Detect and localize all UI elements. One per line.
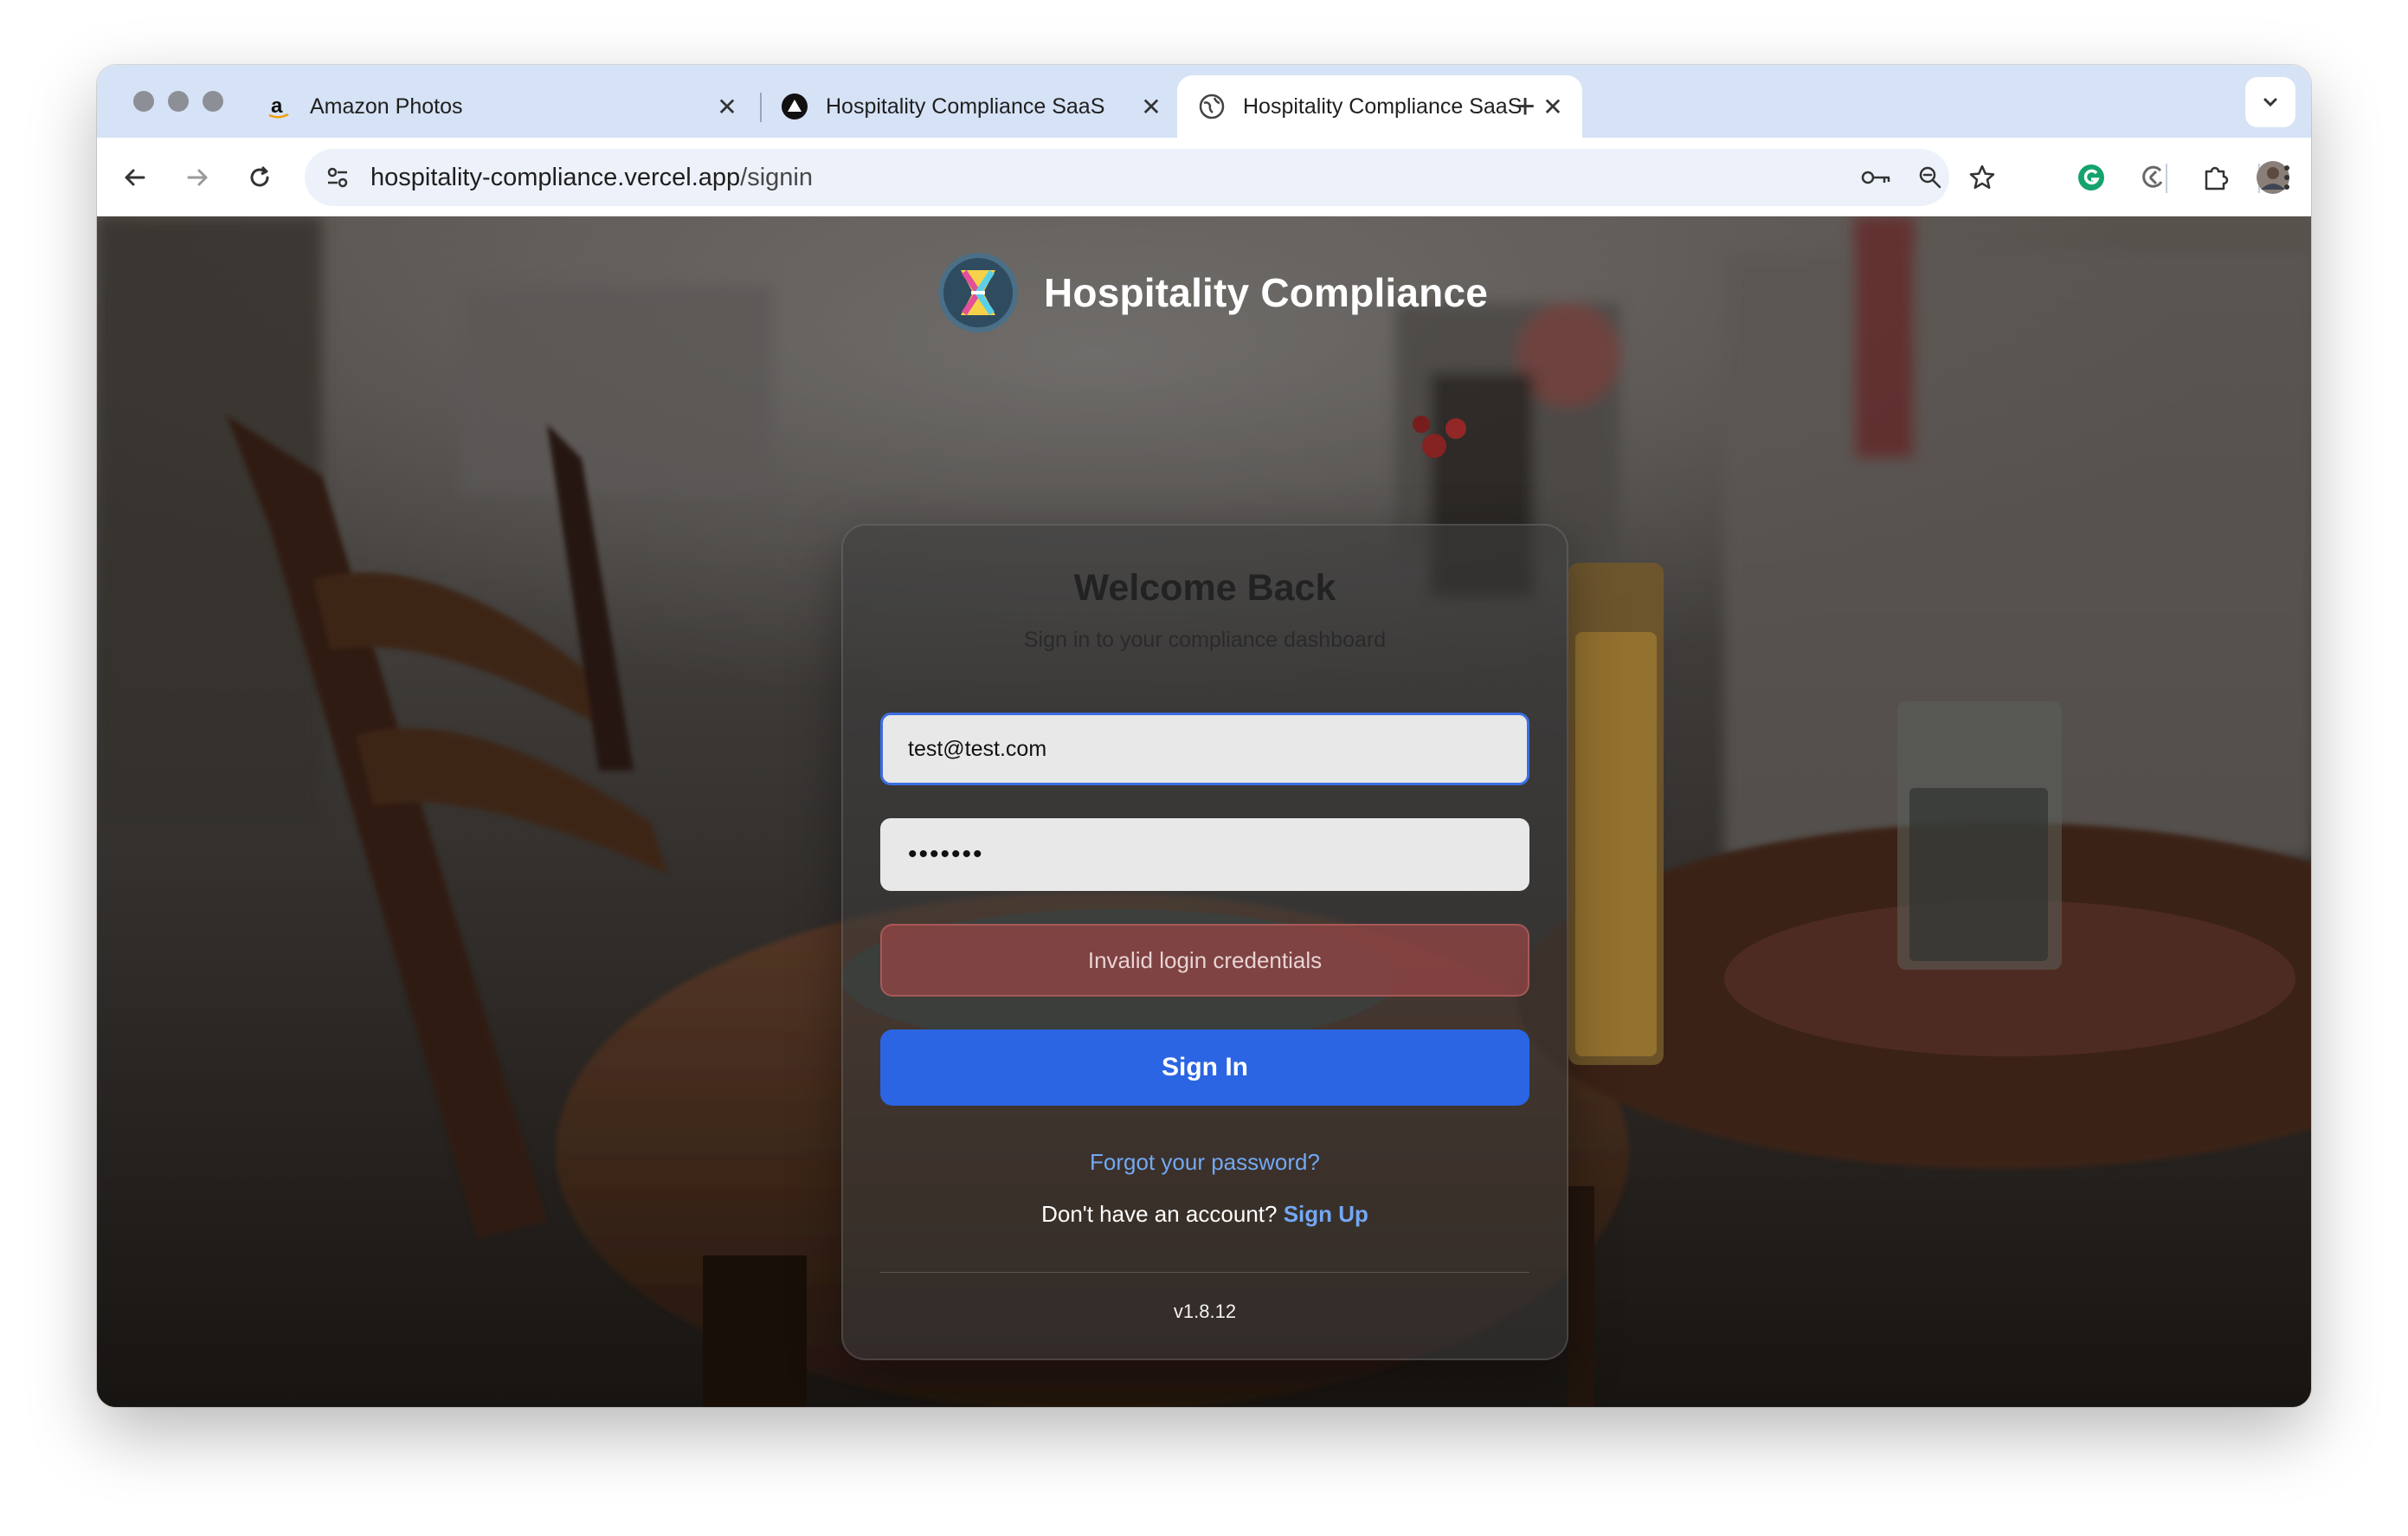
tab-hospitality-compliance-1[interactable]: Hospitality Compliance SaaS ✕ [763,75,1181,138]
back-button[interactable] [114,157,156,198]
minimize-window-button[interactable] [168,91,189,112]
reload-button[interactable] [239,157,280,198]
tab-title: Amazon Photos [310,94,463,119]
url-host: hospitality-compliance.vercel.app [370,164,741,191]
signin-page: Hospitality Compliance Welcome Back Sign… [97,216,2311,1407]
amazon-icon: a [265,93,293,120]
chevron-down-icon [2263,98,2277,107]
card-title: Welcome Back [1073,567,1336,609]
arrow-right-icon [187,169,208,186]
url-path: /signin [740,164,813,191]
zoom-icon[interactable] [1909,157,1951,198]
error-message: Invalid login credentials [880,924,1529,997]
card-divider [880,1272,1529,1273]
address-bar[interactable]: hospitality-compliance.vercel.app/signin [305,149,1949,206]
globe-icon [1198,93,1226,120]
placeholder [2188,157,2230,198]
sign-up-link[interactable]: Sign Up [1284,1201,1368,1227]
brand-name: Hospitality Compliance [1044,270,1489,315]
zoom-window-button[interactable] [203,91,223,112]
version-label: v1.8.12 [1173,1300,1237,1322]
password-key-icon[interactable] [1856,157,1897,198]
signup-prompt: Don't have an account? Sign Up [841,1201,1568,1228]
close-icon[interactable]: ✕ [711,91,743,122]
svg-text:a: a [271,94,283,118]
tab-title: Hospitality Compliance SaaS [826,94,1105,119]
tab-amazon-photos[interactable]: a Amazon Photos ✕ [244,75,757,138]
reload-icon [250,165,269,187]
signin-card: Welcome Back Sign in to your compliance … [841,524,1568,1360]
sign-in-button[interactable]: Sign In [880,1029,1529,1106]
bookmark-star-icon[interactable] [1961,157,2003,198]
tab-strip: a Amazon Photos ✕ Hospitality Compliance… [97,65,2311,138]
tab-separator [760,93,762,122]
brand-logo-icon [938,253,1018,332]
vertical-dots-icon [2284,165,2289,190]
password-field[interactable] [880,818,1529,891]
extension-c-icon[interactable] [2133,157,2174,198]
email-field[interactable] [880,713,1529,785]
close-window-button[interactable] [133,91,154,112]
tab-search-button[interactable] [2245,77,2295,127]
card-subtitle: Sign in to your compliance dashboard [1023,628,1387,652]
new-tab-button[interactable]: + [1501,82,1549,131]
grammarly-extension-icon[interactable] [2070,157,2112,198]
chrome-menu-button[interactable] [2266,157,2308,198]
browser-toolbar: hospitality-compliance.vercel.app/signin [97,138,2311,216]
arrow-left-icon [125,169,145,186]
tab-title: Hospitality Compliance SaaS [1243,94,1523,119]
no-account-text: Don't have an account? [1041,1201,1278,1227]
brand-header: Hospitality Compliance [938,251,1488,334]
toolbar-divider [2166,164,2167,193]
close-icon[interactable]: ✕ [1136,91,1167,122]
forgot-password-link[interactable]: Forgot your password? [841,1149,1568,1176]
browser-window: a Amazon Photos ✕ Hospitality Compliance… [97,65,2311,1407]
site-settings-icon[interactable] [317,157,358,198]
vercel-triangle-icon [781,93,808,120]
url-text[interactable]: hospitality-compliance.vercel.app/signin [370,149,813,206]
forward-button[interactable] [177,157,218,198]
